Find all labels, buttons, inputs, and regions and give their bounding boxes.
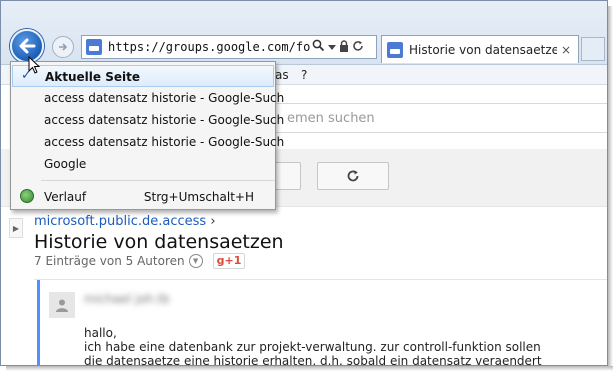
history-item-label: Google xyxy=(44,157,87,171)
forward-button[interactable] xyxy=(52,36,74,58)
refresh-icon[interactable] xyxy=(352,40,364,55)
avatar[interactable] xyxy=(49,292,75,318)
tab-active[interactable]: Historie von datensaetzen –... × xyxy=(381,35,579,63)
history-item-label: access datensatz historie - Google-Such xyxy=(44,91,285,105)
refresh-icon xyxy=(347,170,359,182)
post-author[interactable]: michael joh.tb xyxy=(84,292,170,306)
back-arrow-icon xyxy=(19,38,36,54)
breadcrumb: microsoft.public.de.access › xyxy=(34,214,216,229)
post-line: hallo, xyxy=(84,326,117,340)
sidebar-toggle-icon[interactable]: ▶ xyxy=(9,218,23,238)
refresh-button[interactable] xyxy=(317,162,389,190)
thread-meta: 7 Einträge von 5 Autoren ▼ g+1 xyxy=(34,253,246,269)
post-body: hallo, ich habe eine datenbank zur proje… xyxy=(84,326,542,366)
browser-toolbar: https://groups.google.com/forum/#!t Hist… xyxy=(1,1,607,65)
tab-title: Historie von datensaetzen –... xyxy=(409,42,557,57)
history-item[interactable]: access datensatz historie - Google-Such xyxy=(12,87,284,109)
new-tab-button[interactable] xyxy=(581,37,605,61)
message-thread: michael joh.tb hallo, ich habe eine date… xyxy=(34,279,607,366)
expand-chevron-icon[interactable]: ▼ xyxy=(188,254,203,268)
history-item[interactable]: access datensatz historie - Google-Such xyxy=(12,109,284,131)
window-shadow xyxy=(6,366,613,371)
post-count: 7 Einträge von 5 Autoren xyxy=(34,254,185,268)
menu-item-help[interactable]: ? xyxy=(301,68,307,82)
history-verlauf-item[interactable]: Verlauf Strg+Umschalt+H xyxy=(12,186,274,208)
post-line: ich habe eine datenbank zur projekt-verw… xyxy=(84,340,541,354)
user-icon xyxy=(56,299,68,312)
history-item-label: access datensatz historie - Google-Such xyxy=(44,135,285,149)
history-item[interactable]: Google xyxy=(12,153,274,175)
browser-window: https://groups.google.com/forum/#!t Hist… xyxy=(0,0,608,366)
page-title: Historie von datensaetzen xyxy=(34,231,284,253)
breadcrumb-group-link[interactable]: microsoft.public.de.access xyxy=(34,214,206,229)
breadcrumb-separator: › xyxy=(210,214,216,229)
google-plus-button[interactable]: g+1 xyxy=(212,253,246,269)
search-icon[interactable] xyxy=(312,39,325,55)
history-icon xyxy=(20,189,34,203)
history-label: Verlauf xyxy=(44,190,87,204)
history-dropdown-menu: ✓ Aktuelle Seite access datensatz histor… xyxy=(10,61,284,210)
window-shadow xyxy=(608,6,613,371)
google-groups-favicon xyxy=(387,41,403,58)
history-item-label: Aktuelle Seite xyxy=(45,70,140,84)
menu-divider xyxy=(41,180,275,181)
menu-item-extras[interactable]: as xyxy=(275,68,289,82)
post-line: die datensaetze eine historie erhalten, … xyxy=(84,354,542,366)
history-item-current[interactable]: ✓ Aktuelle Seite xyxy=(12,65,274,87)
mouse-cursor-icon xyxy=(28,56,40,74)
lock-icon[interactable] xyxy=(339,39,349,55)
history-item[interactable]: access datensatz historie - Google-Such xyxy=(12,131,284,153)
address-bar[interactable]: https://groups.google.com/forum/#!t xyxy=(81,35,377,59)
dropdown-arrow-icon[interactable] xyxy=(328,41,336,54)
google-groups-favicon xyxy=(86,39,102,55)
history-item-label: access datensatz historie - Google-Such xyxy=(44,113,285,127)
tab-close-icon[interactable]: × xyxy=(561,43,571,57)
address-text[interactable]: https://groups.google.com/forum/#!t xyxy=(108,40,310,54)
address-bar-icons xyxy=(312,39,364,55)
history-shortcut: Strg+Umschalt+H xyxy=(143,190,254,204)
post-highlight-bar xyxy=(37,280,40,365)
topic-search-input[interactable]: emen suchen xyxy=(271,103,607,133)
forward-arrow-icon xyxy=(59,43,68,51)
